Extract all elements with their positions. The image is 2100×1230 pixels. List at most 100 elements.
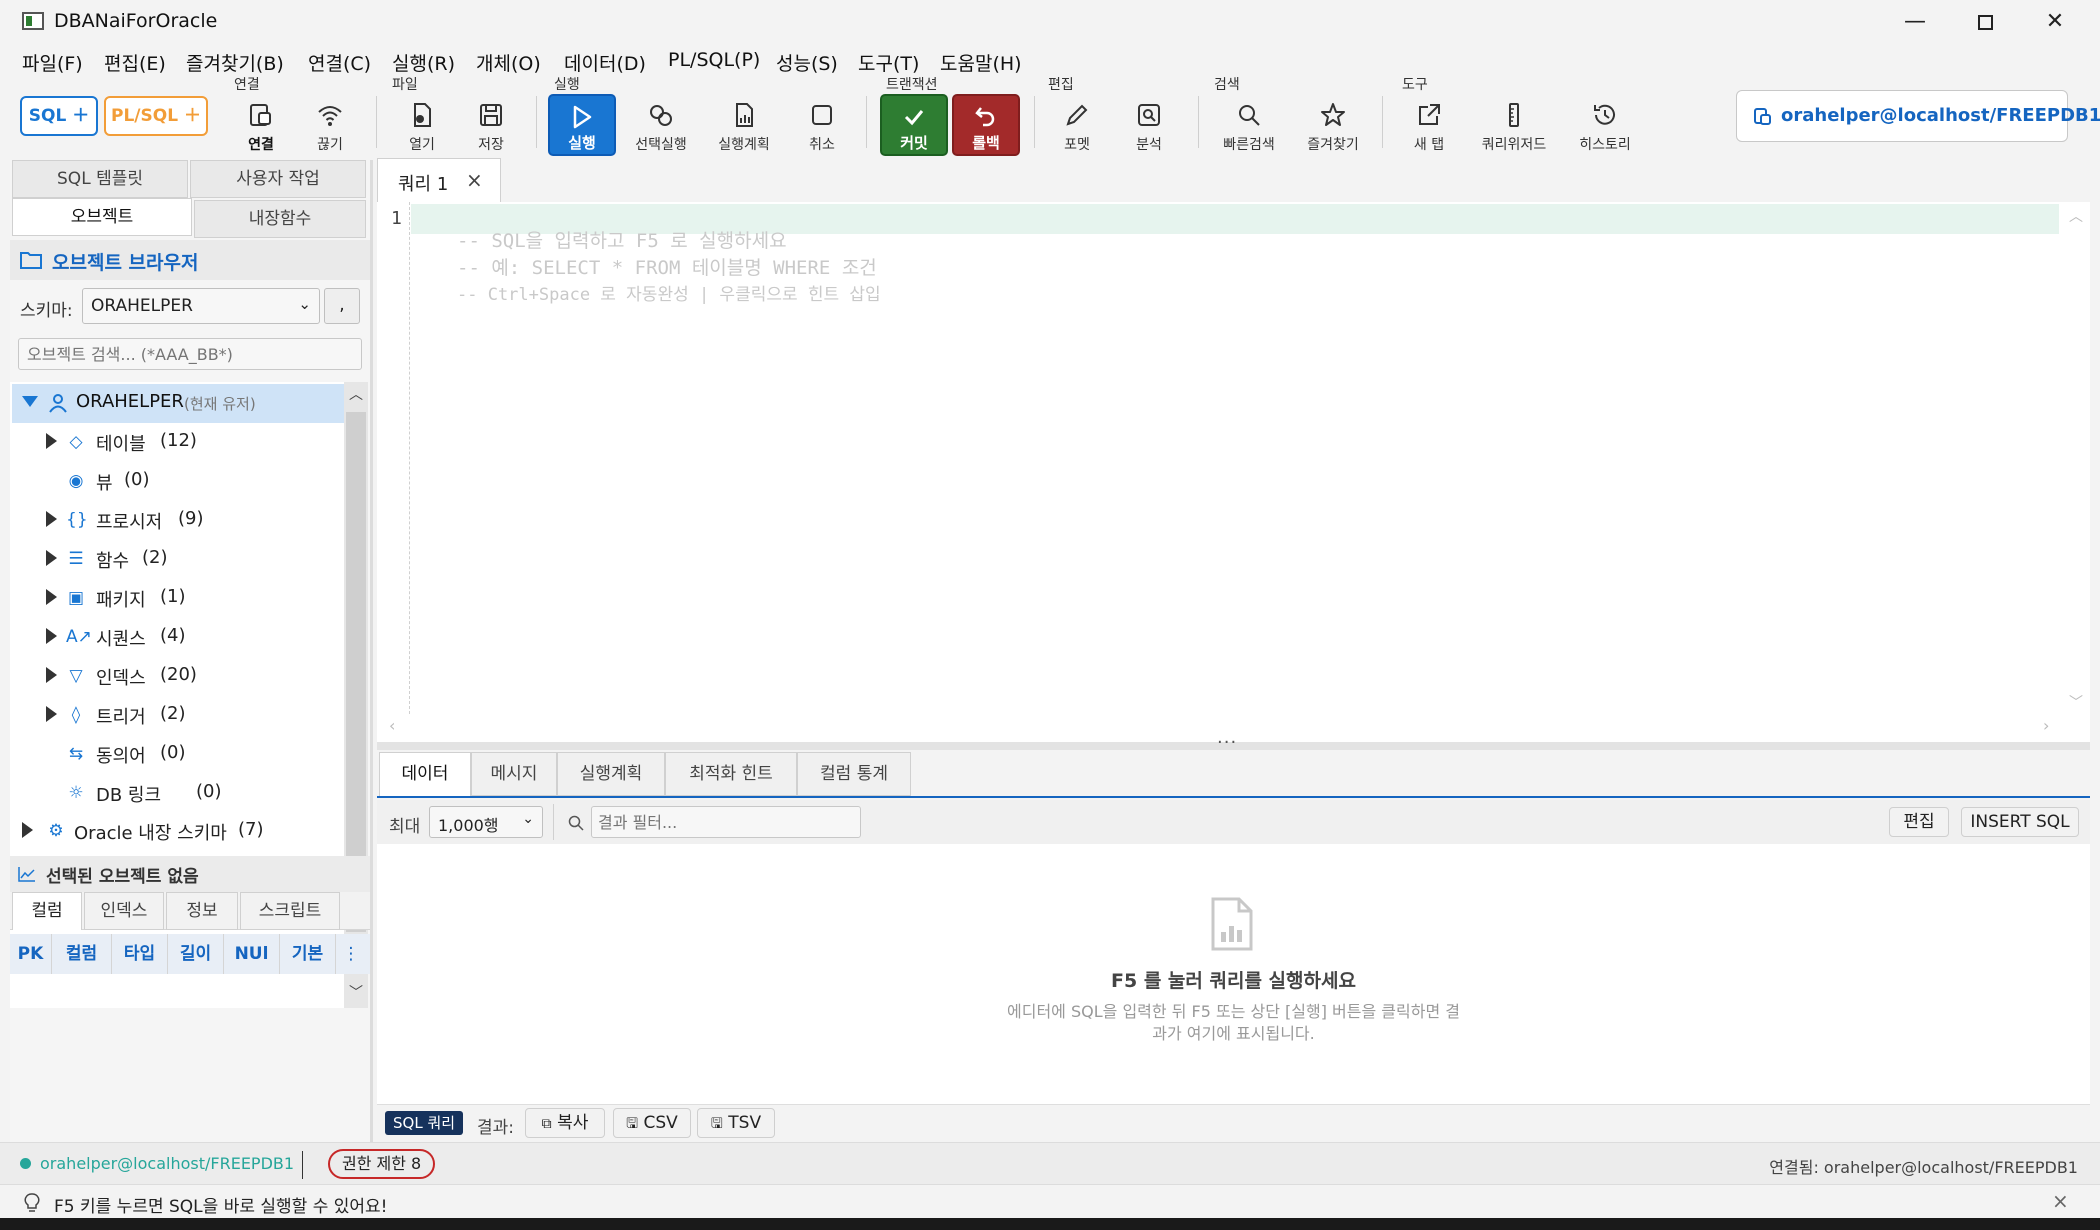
expand-right-icon — [22, 822, 33, 838]
tree-item[interactable]: ▣ 패키지 (1) — [12, 579, 344, 618]
result-tab-data[interactable]: 데이터 — [379, 752, 471, 796]
tree-root-label: ORAHELPER — [76, 391, 184, 412]
col-header-name[interactable]: 컬럼 — [52, 934, 112, 974]
scroll-right-icon[interactable]: › — [2043, 716, 2049, 735]
quick-search-button[interactable]: 빠른검색 — [1214, 92, 1284, 158]
scroll-down-icon[interactable]: ﹀ — [2069, 692, 2083, 712]
tree-item[interactable]: {} 프로시저 (9) — [12, 501, 344, 540]
scroll-left-icon[interactable]: ‹ — [389, 716, 395, 735]
detail-tab-columns[interactable]: 컬럼 — [12, 892, 82, 930]
result-tab-column-stats[interactable]: 컬럼 통계 — [797, 752, 911, 796]
tree-item-builtin-schema[interactable]: ⚙ Oracle 내장 스키마 (7) — [12, 812, 344, 851]
col-header-type[interactable]: 타입 — [112, 934, 168, 974]
expand-right-icon[interactable] — [46, 667, 57, 683]
tab-user-tasks[interactable]: 사용자 작업 — [190, 160, 366, 198]
expand-right-icon[interactable] — [46, 589, 57, 605]
query-wizard-button[interactable]: 쿼리위저드 — [1476, 92, 1552, 158]
result-tab-explain-plan[interactable]: 실행계획 — [557, 752, 665, 796]
maximize-button[interactable] — [1950, 0, 2020, 44]
max-rows-select[interactable]: 1,000행 ⌄ — [429, 806, 543, 838]
col-header-pk[interactable]: PK — [10, 934, 52, 974]
tab-builtin-functions[interactable]: 내장함수 — [194, 200, 366, 238]
sql-editor[interactable]: 1 -- SQL을 입력하고 F5 로 실행하세요 -- 예: SELECT *… — [377, 202, 2090, 742]
rollback-button[interactable]: 롤백 — [952, 94, 1020, 156]
synonym-icon: ⇆ — [68, 744, 84, 764]
splitter-handle-icon[interactable]: ··· — [1217, 732, 1237, 753]
scroll-up-icon[interactable]: ︿ — [349, 384, 363, 404]
run-selected-button[interactable]: 선택실행 — [628, 92, 694, 158]
insert-sql-button[interactable]: INSERT SQL — [1961, 807, 2079, 837]
commit-button[interactable]: 커밋 — [880, 94, 948, 156]
connection-indicator[interactable]: orahelper@localhost/FREEPDB1 — [1736, 90, 2100, 142]
expand-right-icon[interactable] — [46, 550, 57, 566]
col-header-nullable[interactable]: NUl — [224, 934, 280, 974]
editor-results-splitter[interactable]: ··· — [377, 732, 2090, 753]
tab-sql-template[interactable]: SQL 템플릿 — [12, 160, 188, 198]
menu-plsql[interactable]: PL/SQL(P) — [668, 49, 760, 71]
sql-query-badge[interactable]: SQL 쿼리 — [385, 1111, 464, 1135]
tsv-export-button[interactable]: 🖫 TSV — [697, 1108, 775, 1138]
scrollbar-thumb[interactable] — [346, 412, 366, 932]
schema-select[interactable]: ORAHELPER ⌄ — [82, 288, 320, 324]
edit-results-button[interactable]: 편집 — [1889, 807, 1949, 837]
history-button[interactable]: 히스토리 — [1570, 92, 1640, 158]
more-columns-icon[interactable]: ⋮ — [336, 934, 366, 974]
cancel-button[interactable]: 취소 — [789, 92, 855, 158]
favorites-button[interactable]: 즐겨찾기 — [1298, 92, 1368, 158]
tree-item[interactable]: ☰ 함수 (2) — [12, 540, 344, 579]
save-button[interactable]: 저장 — [458, 92, 524, 158]
new-plsql-button[interactable]: PL/SQL ＋ — [104, 96, 208, 136]
tag-icon: ◇ — [69, 432, 83, 452]
detail-tab-info[interactable]: 정보 — [166, 892, 238, 930]
tree-root-orahelper[interactable]: ORAHELPER (현재 유저) — [12, 384, 344, 423]
toolbar-separator — [553, 804, 554, 840]
group-label-transaction: 트랜잭션 — [886, 77, 938, 93]
detail-tab-script[interactable]: 스크립트 — [240, 892, 340, 930]
csv-export-button[interactable]: 🖫 CSV — [613, 1108, 691, 1138]
tree-item[interactable]: ☼ DB 링크 (0) — [12, 774, 344, 813]
col-header-length[interactable]: 길이 — [168, 934, 224, 974]
close-window-button[interactable]: ✕ — [2020, 0, 2090, 44]
copy-button[interactable]: ⧉ 복사 — [525, 1108, 605, 1138]
expand-right-icon[interactable] — [46, 511, 57, 527]
panel-splitter[interactable] — [370, 160, 373, 1150]
connect-button[interactable]: 연결 — [228, 92, 294, 158]
tree-item[interactable]: ⇆ 동의어 (0) — [12, 735, 344, 774]
tab-objects[interactable]: 오브젝트 — [12, 198, 192, 236]
empty-state-desc: 과가 여기에 표시됩니다. — [1152, 1024, 1315, 1043]
expand-right-icon[interactable] — [46, 706, 57, 722]
close-tab-icon[interactable]: × — [466, 168, 483, 192]
minimize-button[interactable]: — — [1880, 0, 1950, 44]
explain-plan-button[interactable]: 실행계획 — [711, 92, 777, 158]
schema-value: ORAHELPER — [91, 296, 193, 316]
tree-item-count: (9) — [178, 508, 204, 529]
new-tab-button[interactable]: 새 탭 — [1396, 92, 1462, 158]
disconnect-button[interactable]: 끊기 — [297, 92, 363, 158]
open-button[interactable]: 열기 — [389, 92, 455, 158]
object-search-input[interactable] — [18, 338, 362, 370]
detail-tab-indexes[interactable]: 인덱스 — [84, 892, 164, 930]
tree-item[interactable]: ◉ 뷰 (0) — [12, 462, 344, 501]
tree-item[interactable]: A↗ 시퀀스 (4) — [12, 618, 344, 657]
tree-item[interactable]: ◊ 트리거 (2) — [12, 696, 344, 735]
col-header-default[interactable]: 기본 — [280, 934, 336, 974]
run-button[interactable]: 실행 — [548, 94, 616, 156]
tree-item[interactable]: ▽ 인덱스 (20) — [12, 657, 344, 696]
result-tab-optimizer-hints[interactable]: 최적화 힌트 — [665, 752, 797, 796]
new-sql-button[interactable]: SQL ＋ — [20, 96, 98, 136]
result-filter-input[interactable] — [591, 806, 861, 838]
permission-limit-badge[interactable]: 권한 제한 8 — [328, 1149, 436, 1179]
tree-item-count: (12) — [160, 430, 197, 451]
schema-option-button[interactable]: , — [324, 288, 360, 324]
app-icon — [22, 12, 44, 30]
scroll-down-icon[interactable]: ﹀ — [349, 982, 363, 1002]
close-tip-icon[interactable]: × — [2052, 1189, 2069, 1213]
scroll-up-icon[interactable]: ︿ — [2069, 206, 2083, 226]
format-button[interactable]: 포멧 — [1044, 92, 1110, 158]
result-tab-messages[interactable]: 메시지 — [471, 752, 557, 796]
expand-right-icon[interactable] — [46, 433, 57, 449]
tree-item[interactable]: ◇ 테이블 (12) — [12, 423, 344, 462]
analyze-button[interactable]: 분석 — [1116, 92, 1182, 158]
expand-right-icon[interactable] — [46, 628, 57, 644]
tab-query-1[interactable]: 쿼리 1 × — [377, 158, 501, 202]
